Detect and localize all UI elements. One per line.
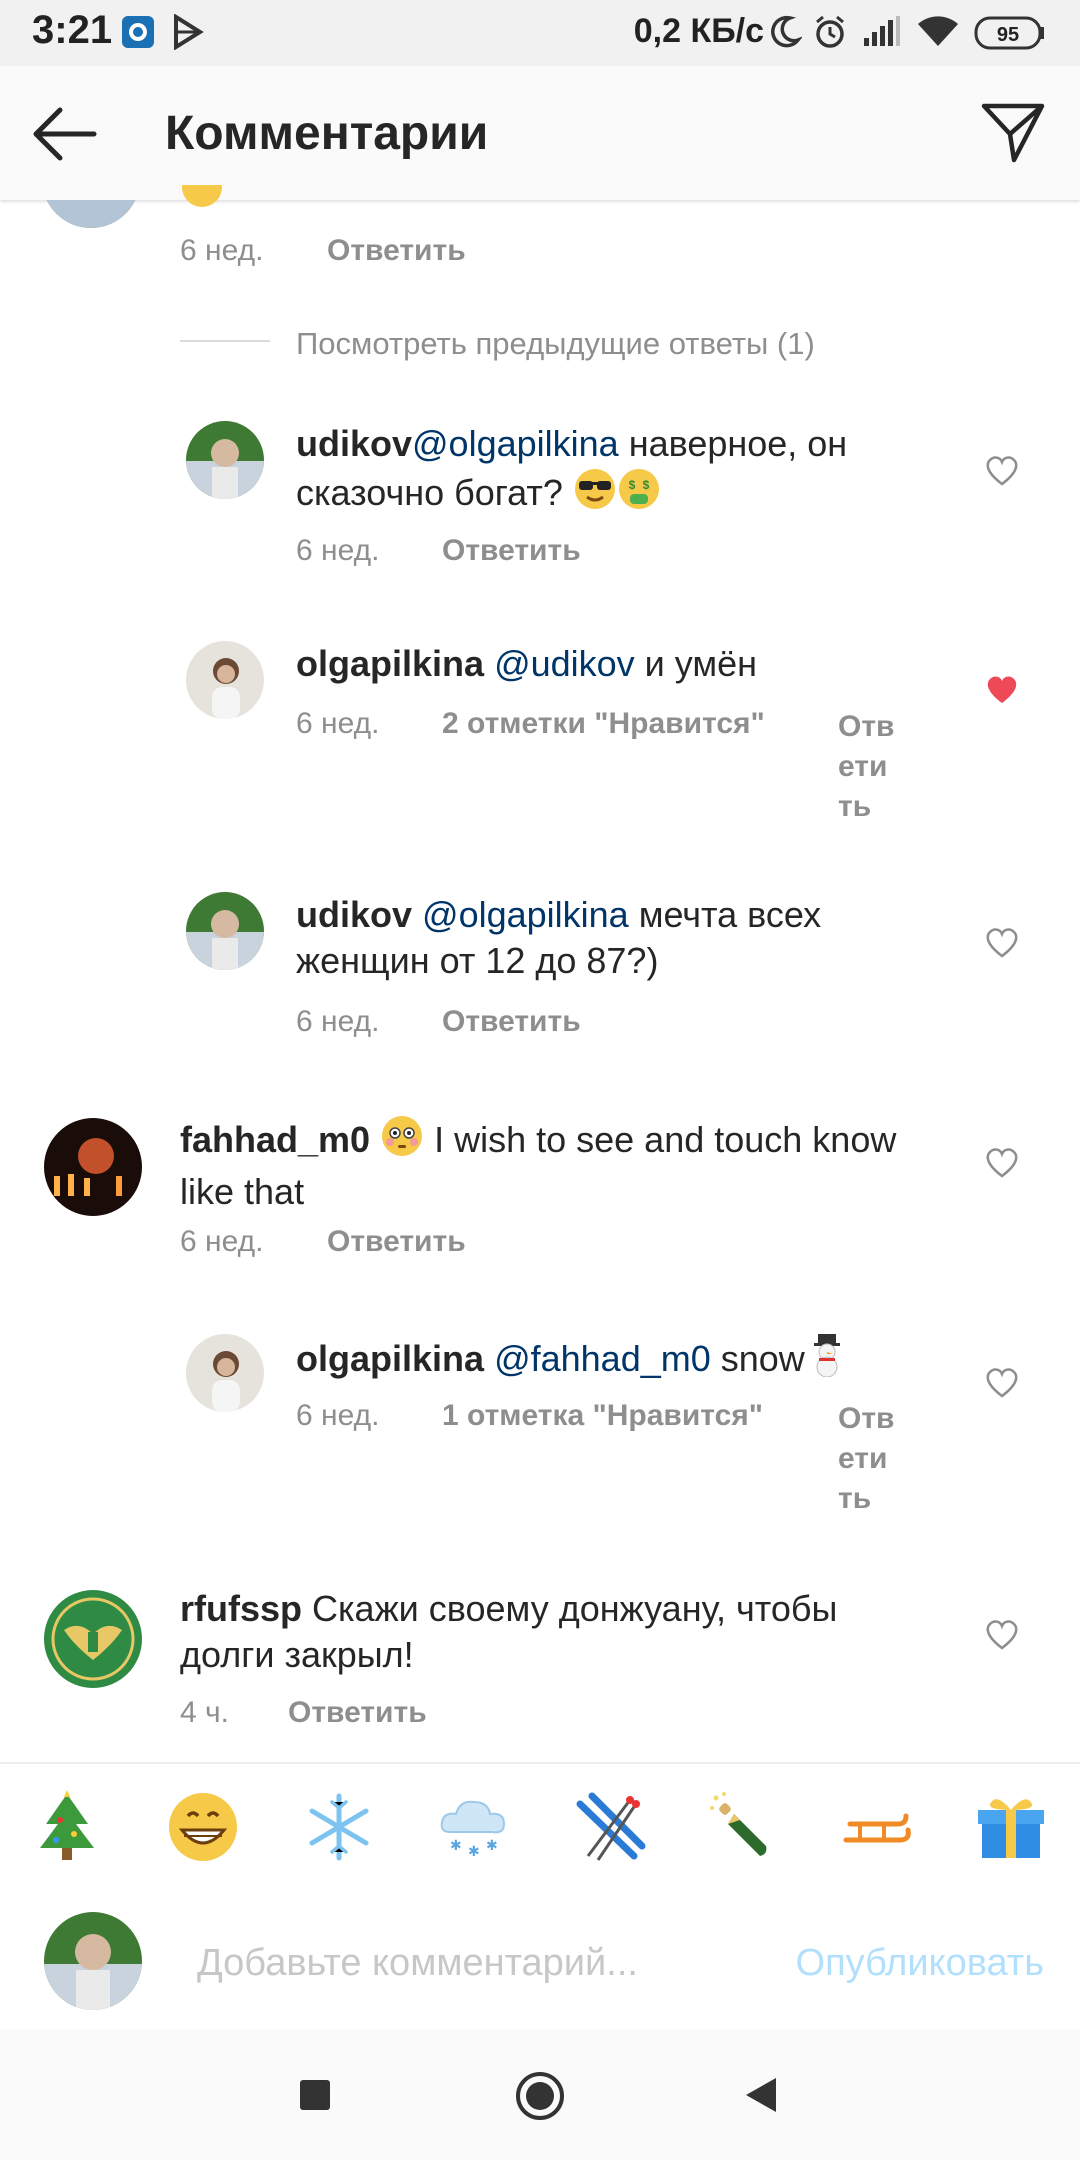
like-button[interactable] xyxy=(984,1146,1020,1178)
avatar[interactable] xyxy=(186,421,264,499)
comment-username[interactable]: udikov xyxy=(296,423,412,464)
play-store-icon xyxy=(172,13,206,55)
system-nav-bar xyxy=(0,2030,1080,2160)
reply-button[interactable]: Ответить xyxy=(327,1225,466,1259)
svg-text:$: $ xyxy=(629,478,636,492)
comment-composer: Добавьте комментарий... Опубликовать xyxy=(0,1894,1080,2030)
status-bar: 3:21 0,2 КБ/с 95 xyxy=(0,0,1080,66)
circle-icon xyxy=(516,2072,564,2120)
emoji-tray: ✱ ✱ ✱ xyxy=(0,1762,1080,1896)
reply-button[interactable]: Отв ети ть xyxy=(838,707,894,827)
skis-emoji[interactable] xyxy=(572,1790,646,1864)
comment-text: olgapilkina @udikov и умён xyxy=(296,643,758,684)
like-button[interactable] xyxy=(984,926,1020,958)
money-mouth-emoji: $ $ xyxy=(617,467,661,522)
comment-text: rfufssp Скажи своему донжуану, чтобы дол… xyxy=(180,1588,838,1675)
triangle-left-icon xyxy=(746,2078,776,2112)
wifi-icon xyxy=(916,14,960,55)
svg-text:✱: ✱ xyxy=(450,1838,462,1854)
comment-mention[interactable]: @olgapilkina xyxy=(422,894,629,935)
comment-mention[interactable]: @udikov xyxy=(494,643,635,684)
snowman-emoji xyxy=(805,1333,849,1388)
back-button[interactable] xyxy=(30,104,100,169)
like-button[interactable] xyxy=(984,1366,1020,1398)
comment-username[interactable]: udikov xyxy=(296,894,412,935)
heart-outline-icon xyxy=(986,928,1018,958)
comment-mention[interactable]: @olgapilkina xyxy=(412,423,619,464)
comment-username[interactable]: olgapilkina xyxy=(296,643,484,684)
cloud-with-snow-emoji[interactable]: ✱ ✱ ✱ xyxy=(436,1790,510,1864)
comment-text: udikov @olgapilkina мечта всех женщин от… xyxy=(296,894,822,981)
reply-button[interactable]: Ответить xyxy=(288,1696,427,1730)
avatar[interactable] xyxy=(186,641,264,719)
heart-outline-icon xyxy=(986,1148,1018,1178)
comment-text: olgapilkina @fahhad_m0 snow xyxy=(296,1333,936,1388)
publish-button[interactable]: Опубликовать xyxy=(796,1942,1044,1985)
network-speed: 0,2 КБ/с xyxy=(633,12,764,50)
reply-button[interactable]: Ответить xyxy=(327,234,466,268)
heart-outline-icon xyxy=(986,1368,1018,1398)
likes-count[interactable]: 2 отметки "Нравится" xyxy=(442,707,765,741)
avatar[interactable] xyxy=(186,892,264,970)
page-title: Комментарии xyxy=(165,107,489,160)
sled-emoji[interactable] xyxy=(840,1790,914,1864)
avatar[interactable] xyxy=(186,1334,264,1412)
signal-icon xyxy=(862,14,902,55)
snowflake-emoji[interactable] xyxy=(302,1790,376,1864)
comment-time: 6 нед. xyxy=(296,1399,380,1432)
svg-text:95: 95 xyxy=(997,24,1019,46)
divider-line xyxy=(180,340,270,342)
like-button[interactable] xyxy=(984,1618,1020,1650)
avatar[interactable] xyxy=(44,1590,142,1688)
status-time: 3:21 xyxy=(32,8,113,52)
heart-filled-icon xyxy=(987,676,1017,703)
home-button[interactable] xyxy=(514,2070,566,2127)
moon-icon xyxy=(768,14,803,55)
avatar[interactable] xyxy=(44,1118,142,1216)
heart-outline-icon xyxy=(986,1620,1018,1650)
app-header: Комментарии xyxy=(0,66,1080,200)
grinning-face-emoji[interactable] xyxy=(166,1790,240,1864)
reply-button[interactable]: Ответить xyxy=(442,534,581,568)
comment-time: 4 ч. xyxy=(180,1696,229,1729)
alarm-icon xyxy=(812,14,848,55)
comment-time: 6 нед. xyxy=(296,1005,380,1038)
svg-text:✱: ✱ xyxy=(468,1844,480,1860)
champagne-emoji[interactable] xyxy=(706,1790,780,1864)
comment-text: udikov@olgapilkina наверное, он сказочно… xyxy=(296,421,936,522)
recents-button[interactable] xyxy=(298,2078,332,2117)
comment-time: 6 нед. xyxy=(296,707,380,740)
comment-username[interactable]: rfufssp xyxy=(180,1588,302,1629)
like-button[interactable] xyxy=(984,454,1020,486)
christmas-tree-emoji[interactable] xyxy=(30,1790,104,1864)
likes-count[interactable]: 1 отметка "Нравится" xyxy=(442,1399,763,1433)
battery-icon: 95 xyxy=(974,16,1046,55)
svg-text:✱: ✱ xyxy=(486,1838,498,1854)
camera-app-icon xyxy=(120,14,156,55)
comment-time: 6 нед. xyxy=(296,534,380,567)
sunglasses-emoji xyxy=(573,467,617,522)
paper-plane-icon xyxy=(981,103,1045,163)
comment-text: fahhad_m0 I wish to see and touch know l… xyxy=(180,1114,960,1215)
current-user-avatar xyxy=(44,1912,142,2010)
comment-username[interactable]: fahhad_m0 xyxy=(180,1119,370,1160)
comment-input[interactable]: Добавьте комментарий... xyxy=(197,1942,638,1985)
reply-button[interactable]: Отв ети ть xyxy=(838,1399,894,1519)
gift-emoji[interactable] xyxy=(974,1790,1048,1864)
share-button[interactable] xyxy=(980,100,1046,171)
emoji xyxy=(180,185,224,209)
view-previous-replies[interactable]: Посмотреть предыдущие ответы (1) xyxy=(296,326,815,362)
heart-outline-icon xyxy=(986,456,1018,486)
square-icon xyxy=(300,2080,330,2110)
back-nav-button[interactable] xyxy=(742,2076,778,2119)
svg-text:$: $ xyxy=(643,478,650,492)
comment-username[interactable]: olgapilkina xyxy=(296,1338,484,1379)
comment-mention[interactable]: @fahhad_m0 xyxy=(494,1338,711,1379)
flushed-face-emoji xyxy=(380,1114,424,1169)
comment-time: 6 нед. xyxy=(180,234,264,267)
like-button[interactable] xyxy=(984,673,1020,705)
reply-button[interactable]: Ответить xyxy=(442,1005,581,1039)
arrow-left-icon xyxy=(33,107,97,161)
comment-time: 6 нед. xyxy=(180,1225,264,1258)
